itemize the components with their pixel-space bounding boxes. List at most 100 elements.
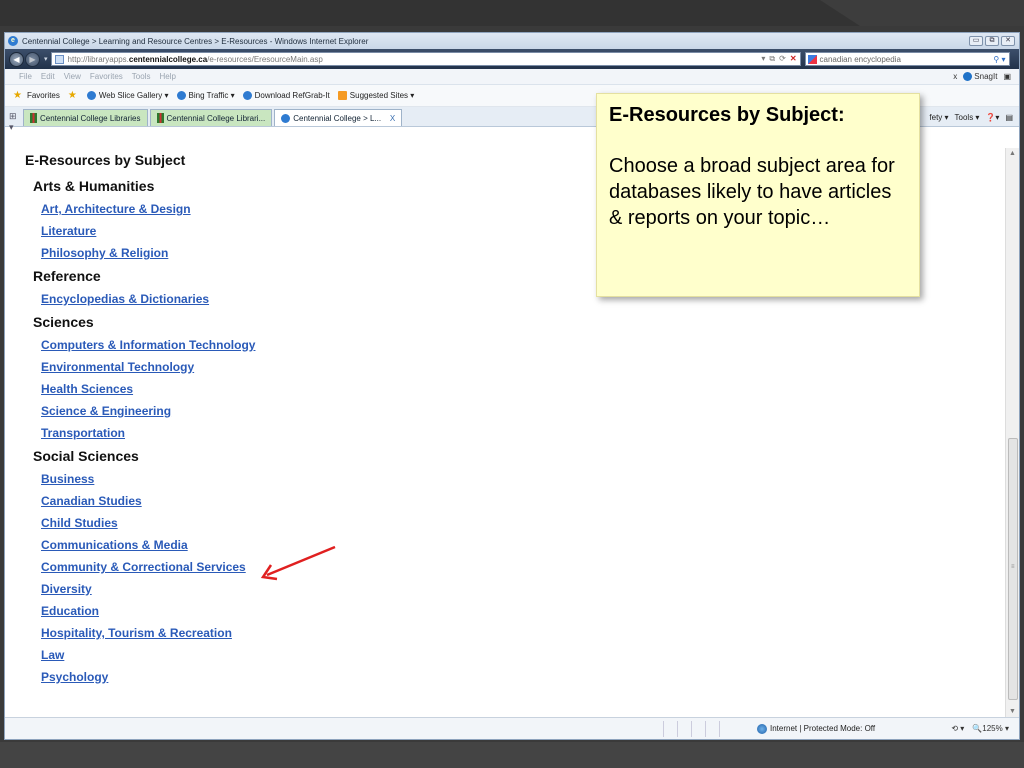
ie-page-icon bbox=[176, 91, 186, 100]
red-arrow-annotation bbox=[260, 545, 336, 581]
security-zone[interactable]: Internet | Protected Mode: Off bbox=[757, 723, 876, 734]
star-icon: ★ bbox=[13, 90, 22, 101]
snagit-capture-icon[interactable]: ▣ bbox=[1003, 72, 1011, 81]
minimize-button[interactable]: ▭ bbox=[969, 36, 983, 46]
scroll-thumb[interactable]: ≡ bbox=[1008, 438, 1018, 700]
quick-tabs-icon[interactable]: ⊞ ▾ bbox=[9, 111, 21, 132]
snagit-button[interactable]: SnagIt bbox=[963, 71, 998, 82]
snagit-label: SnagIt bbox=[974, 71, 998, 81]
close-tab-icon[interactable]: X bbox=[390, 114, 395, 123]
menu-view[interactable]: View bbox=[64, 72, 81, 81]
search-field[interactable]: canadian encyclopedia ⚲ ▾ bbox=[804, 52, 1010, 66]
link-canadian-studies[interactable]: Canadian Studies bbox=[41, 494, 142, 508]
link-communications-media[interactable]: Communications & Media bbox=[41, 538, 188, 552]
callout-note: E-Resources by Subject: Choose a broad s… bbox=[596, 93, 920, 297]
link-literature[interactable]: Literature bbox=[41, 224, 96, 238]
add-favorite-icon[interactable]: ★ bbox=[68, 90, 77, 101]
fav-bing-traffic[interactable]: Bing Traffic ▾ bbox=[176, 91, 235, 100]
tools-menu[interactable]: Tools ▾ bbox=[955, 113, 980, 122]
menu-favorites[interactable]: Favorites bbox=[90, 72, 123, 81]
link-law[interactable]: Law bbox=[41, 648, 64, 662]
menu-bar: File Edit View Favorites Tools Help x Sn… bbox=[5, 69, 1019, 85]
link-computers-it[interactable]: Computers & Information Technology bbox=[41, 338, 255, 352]
ie-logo-icon: e bbox=[8, 36, 18, 46]
menu-help[interactable]: Help bbox=[159, 72, 175, 81]
zoom-level: 125% bbox=[982, 724, 1003, 733]
arrow-shaft bbox=[266, 545, 336, 577]
tab-centennial-librari[interactable]: Centennial College Librari... bbox=[149, 109, 273, 126]
forward-button[interactable]: ▶ bbox=[25, 51, 40, 67]
search-provider-icon[interactable] bbox=[807, 54, 817, 64]
fav-suggested-sites-label: Suggested Sites ▾ bbox=[349, 91, 415, 100]
link-child-studies[interactable]: Child Studies bbox=[41, 516, 118, 530]
tab-centennial-current[interactable]: Centennial College > L... X bbox=[274, 109, 403, 126]
slide-bottom-wedge bbox=[0, 742, 1024, 768]
library-icon bbox=[30, 113, 37, 123]
history-dropdown-icon[interactable]: ▾ bbox=[44, 55, 48, 63]
url-domain: centennialcollege.ca bbox=[128, 54, 208, 64]
menu-tools[interactable]: Tools bbox=[132, 72, 151, 81]
vertical-scrollbar[interactable]: ▲ ≡ ▼ bbox=[1005, 148, 1019, 718]
status-separator bbox=[663, 720, 677, 737]
tab-label: Centennial College Librari... bbox=[166, 113, 266, 123]
link-business[interactable]: Business bbox=[41, 472, 94, 486]
fav-bing-traffic-label: Bing Traffic ▾ bbox=[188, 91, 235, 100]
favorites-label: Favorites bbox=[26, 91, 60, 100]
scroll-up-icon[interactable]: ▲ bbox=[1006, 148, 1019, 160]
status-bar: Internet | Protected Mode: Off ⟲ ▾ 🔍125%… bbox=[5, 717, 1019, 739]
address-controls: ▾ ⧉ ⟳ ✕ bbox=[761, 54, 799, 64]
link-environmental-technology[interactable]: Environmental Technology bbox=[41, 360, 194, 374]
menu-file[interactable]: File bbox=[19, 72, 32, 81]
link-encyclopedias-dictionaries[interactable]: Encyclopedias & Dictionaries bbox=[41, 292, 209, 306]
status-separator bbox=[719, 720, 733, 737]
link-community-correctional[interactable]: Community & Correctional Services bbox=[41, 560, 246, 574]
help-icon[interactable]: ❓▾ bbox=[985, 113, 999, 122]
close-toolbar-icon[interactable]: x bbox=[953, 72, 957, 81]
link-diversity[interactable]: Diversity bbox=[41, 582, 92, 596]
safety-menu[interactable]: fety ▾ bbox=[929, 113, 948, 122]
link-education[interactable]: Education bbox=[41, 604, 99, 618]
link-hospitality-tourism[interactable]: Hospitality, Tourism & Recreation bbox=[41, 626, 232, 640]
tab-centennial-libraries[interactable]: Centennial College Libraries bbox=[23, 109, 148, 126]
window-controls: ▭ ⧉ ✕ bbox=[969, 36, 1019, 46]
back-button[interactable]: ◀ bbox=[9, 51, 24, 67]
status-separator bbox=[677, 720, 691, 737]
link-health-sciences[interactable]: Health Sciences bbox=[41, 382, 133, 396]
search-icon[interactable]: ⚲ ▾ bbox=[993, 55, 1008, 64]
page-icon bbox=[54, 54, 64, 64]
restore-button[interactable]: ⧉ bbox=[985, 36, 999, 46]
library-icon bbox=[156, 113, 164, 123]
link-transportation[interactable]: Transportation bbox=[41, 426, 125, 440]
page-title: E-Resources by Subject bbox=[25, 152, 186, 168]
ie-page-icon bbox=[242, 91, 252, 100]
link-philosophy-religion[interactable]: Philosophy & Religion bbox=[41, 246, 168, 260]
zone-label: Internet | Protected Mode: Off bbox=[770, 724, 876, 733]
fav-refgrab[interactable]: Download RefGrab-It bbox=[242, 91, 330, 100]
protected-mode-icon[interactable]: ⟲ ▾ bbox=[951, 724, 964, 733]
slide-bottom-band bbox=[0, 742, 1024, 768]
zoom-area: ⟲ ▾ 🔍125% ▾ bbox=[951, 724, 1019, 733]
zoom-control[interactable]: 🔍125% ▾ bbox=[972, 724, 1009, 733]
address-dropdown-icon[interactable]: ▾ bbox=[761, 54, 765, 64]
callout-body: Choose a broad subject area for database… bbox=[609, 155, 895, 229]
category-reference: Reference bbox=[33, 268, 101, 284]
refresh-icon[interactable]: ⟳ bbox=[779, 54, 786, 64]
tab-label: Centennial College > L... bbox=[293, 113, 382, 123]
stop-icon[interactable]: ✕ bbox=[790, 54, 797, 64]
link-science-engineering[interactable]: Science & Engineering bbox=[41, 404, 171, 418]
url-path: /e-resources/EresourceMain.asp bbox=[207, 54, 323, 64]
research-icon[interactable]: ▤ bbox=[1005, 113, 1013, 122]
compatibility-icon[interactable]: ⧉ bbox=[769, 54, 775, 64]
link-psychology[interactable]: Psychology bbox=[41, 670, 108, 684]
favorites-button[interactable]: ★ Favorites bbox=[13, 90, 60, 101]
address-field[interactable]: http://libraryapps. centennialcollege.ca… bbox=[50, 52, 801, 66]
menu-edit[interactable]: Edit bbox=[41, 72, 55, 81]
fav-suggested-sites[interactable]: Suggested Sites ▾ bbox=[337, 91, 415, 100]
command-bar-right: fety ▾ Tools ▾ ❓▾ ▤ bbox=[929, 113, 1019, 126]
status-separators bbox=[663, 720, 733, 737]
close-window-button[interactable]: ✕ bbox=[1001, 36, 1015, 46]
snagit-icon bbox=[963, 72, 973, 82]
fav-web-slice[interactable]: Web Slice Gallery ▾ bbox=[86, 91, 169, 100]
tab-label: Centennial College Libraries bbox=[40, 113, 141, 123]
link-art-architecture-design[interactable]: Art, Architecture & Design bbox=[41, 202, 191, 216]
